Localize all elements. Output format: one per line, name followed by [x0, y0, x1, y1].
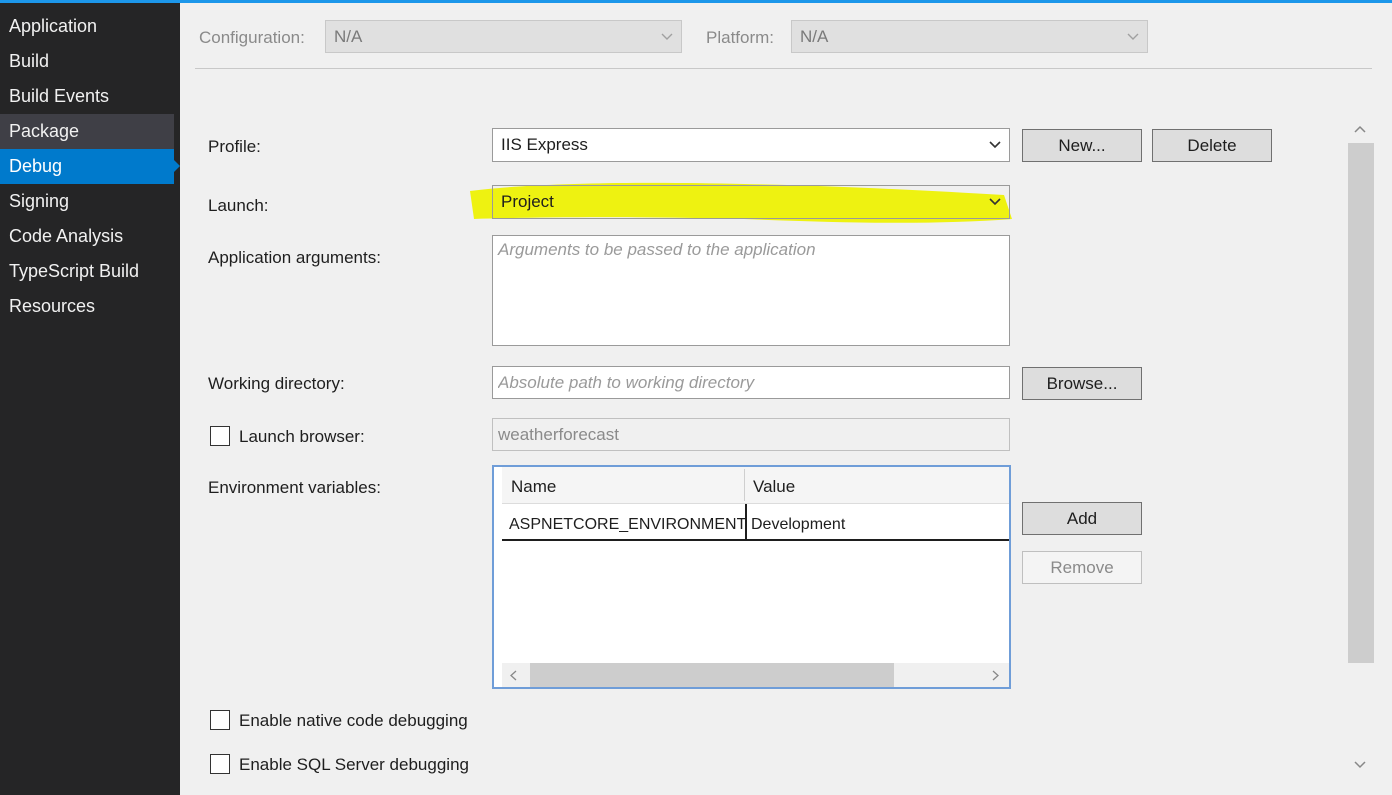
sidebar-item-typescript-build[interactable]: TypeScript Build — [0, 254, 174, 289]
env-var-name-cell[interactable]: ASPNETCORE_ENVIRONMENT — [509, 516, 746, 534]
profile-value: IIS Express — [501, 135, 588, 154]
scroll-right-icon[interactable] — [992, 670, 999, 681]
launch-label: Launch: — [208, 196, 269, 215]
sidebar-item-application[interactable]: Application — [0, 9, 174, 44]
scroll-up-icon[interactable] — [1354, 125, 1366, 133]
profile-dropdown[interactable]: IIS Express — [492, 128, 1010, 162]
horizontal-scrollbar-thumb[interactable] — [530, 663, 894, 687]
sidebar-item-build-events[interactable]: Build Events — [0, 79, 174, 114]
sidebar-item-signing[interactable]: Signing — [0, 184, 174, 219]
launch-dropdown[interactable]: Project — [492, 185, 1010, 219]
env-var-value-cell[interactable]: Development — [751, 516, 845, 534]
launch-browser-label: Launch browser: — [239, 427, 365, 446]
property-pages-sidebar: Application Build Build Events Package D… — [0, 3, 180, 795]
sql-server-debugging-label: Enable SQL Server debugging — [239, 755, 469, 774]
scroll-left-icon[interactable] — [510, 670, 517, 681]
profile-label: Profile: — [208, 137, 261, 156]
column-separator — [744, 469, 745, 501]
sidebar-item-resources[interactable]: Resources — [0, 289, 174, 324]
add-env-var-button[interactable]: Add — [1022, 502, 1142, 535]
sql-server-debugging-checkbox[interactable] — [210, 754, 230, 774]
application-arguments-input[interactable] — [492, 235, 1010, 346]
launch-browser-url-input — [492, 418, 1010, 451]
browse-button[interactable]: Browse... — [1022, 367, 1142, 400]
new-profile-button[interactable]: New... — [1022, 129, 1142, 162]
environment-variables-grid[interactable]: Name Value ASPNETCORE_ENVIRONMENT Develo… — [492, 465, 1011, 689]
cell-separator — [745, 504, 747, 539]
debug-properties-panel: Configuration: N/A Platform: N/A Profile… — [180, 3, 1392, 795]
chevron-down-icon — [989, 198, 1001, 206]
configuration-label: Configuration: — [199, 28, 305, 47]
sidebar-item-build[interactable]: Build — [0, 44, 174, 79]
column-header-value[interactable]: Value — [753, 477, 795, 497]
platform-value: N/A — [800, 27, 829, 46]
sidebar-item-code-analysis[interactable]: Code Analysis — [0, 219, 174, 254]
remove-env-var-button: Remove — [1022, 551, 1142, 584]
chevron-down-icon — [989, 141, 1001, 149]
native-code-debugging-label: Enable native code debugging — [239, 711, 468, 730]
table-row[interactable]: ASPNETCORE_ENVIRONMENT Development — [502, 504, 1009, 541]
sidebar-item-package[interactable]: Package — [0, 114, 174, 149]
environment-variables-label: Environment variables: — [208, 478, 381, 497]
configuration-value: N/A — [334, 27, 363, 46]
platform-dropdown: N/A — [791, 20, 1148, 53]
native-code-debugging-checkbox[interactable] — [210, 710, 230, 730]
grid-header-row: Name Value — [502, 467, 1009, 504]
application-arguments-label: Application arguments: — [208, 248, 381, 267]
vertical-scrollbar-thumb[interactable] — [1348, 143, 1374, 663]
horizontal-scrollbar[interactable] — [502, 663, 1009, 687]
scroll-down-icon[interactable] — [1354, 761, 1366, 769]
column-header-name[interactable]: Name — [511, 477, 556, 497]
delete-profile-button[interactable]: Delete — [1152, 129, 1272, 162]
configuration-dropdown: N/A — [325, 20, 682, 53]
working-directory-label: Working directory: — [208, 374, 345, 393]
launch-value: Project — [501, 192, 554, 211]
sidebar-item-debug[interactable]: Debug — [0, 149, 174, 184]
working-directory-input[interactable] — [492, 366, 1010, 399]
chevron-down-icon — [661, 33, 673, 40]
header-divider — [195, 68, 1372, 69]
platform-label: Platform: — [706, 28, 775, 47]
launch-browser-checkbox[interactable] — [210, 426, 230, 446]
chevron-down-icon — [1127, 33, 1139, 40]
